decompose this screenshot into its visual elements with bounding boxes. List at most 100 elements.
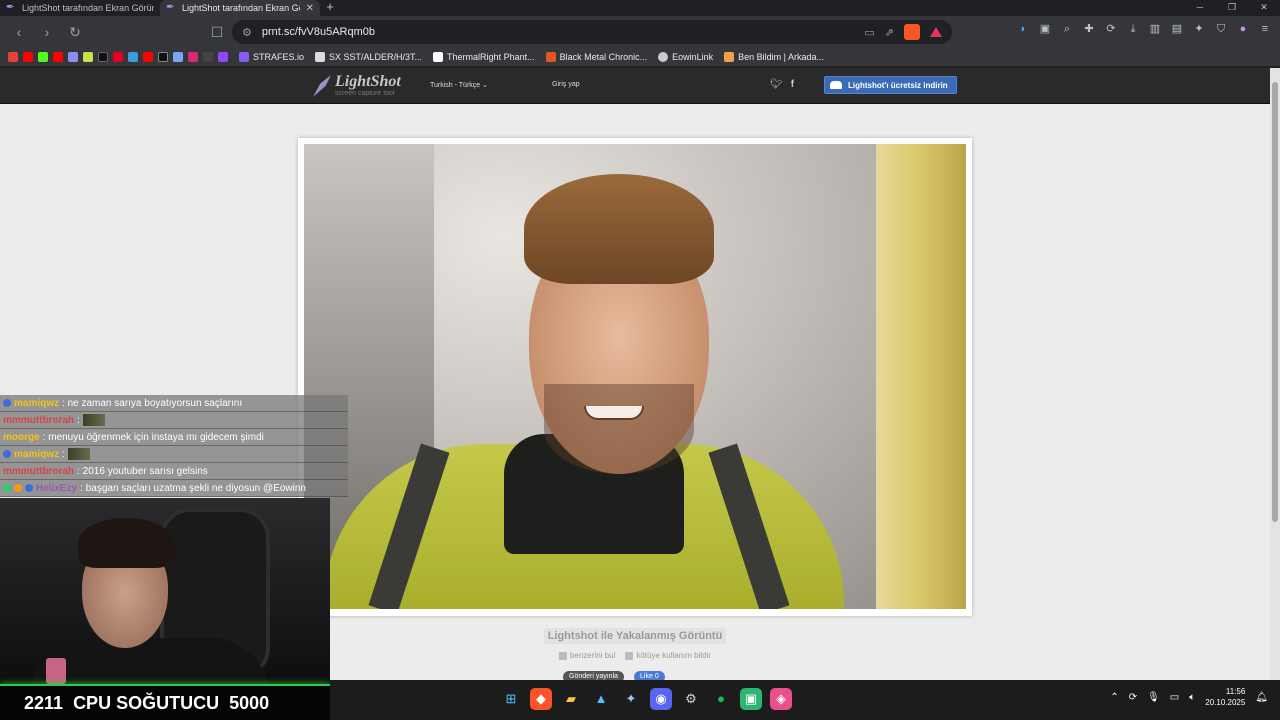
vpn-icon[interactable]: ⛉ [1214,22,1228,36]
chat-text: : ne zaman sarıya boyatıyorsun saçlarını [62,397,243,409]
cloud-download-icon [830,81,842,89]
bookmark-item[interactable]: EowinLink [658,52,713,62]
instagram-icon[interactable] [188,52,198,62]
forward-icon[interactable]: › [36,21,58,43]
minimize-icon[interactable]: ─ [1184,0,1216,14]
webcam-overlay [0,498,330,684]
address-bar[interactable]: ⚙ prnt.sc/fvV8u5ARqm0b ▭ ⇗ [232,20,952,44]
stream-count: 2211 [24,692,64,713]
volume-icon[interactable]: 🔈︎ [1189,692,1195,703]
steam-icon[interactable]: ⚙ [680,688,702,710]
feather-logo-icon [313,75,331,97]
browser-tab-1[interactable]: ✒ LightShot tarafından Ekran Görüntü [0,0,160,16]
report-link[interactable]: kötüye kullanım bildir [625,651,711,660]
chat-text: : [77,414,80,426]
back-icon[interactable]: ‹ [8,21,30,43]
login-link[interactable]: Giriş yap [552,81,580,88]
menu-icon[interactable]: ≡ [1258,22,1272,36]
bookmark-favicon-icon[interactable] [203,52,213,62]
bookmark-favicon-icon[interactable] [83,52,93,62]
chat-username: mmmuttbrorah [3,465,75,477]
bookmark-favicon-icon[interactable] [68,52,78,62]
leo-icon[interactable]: ✦ [1192,22,1206,36]
youtube-icon[interactable] [23,52,33,62]
discord-icon[interactable]: ◉ [650,688,672,710]
share-icon[interactable]: ⇗ [885,26,894,39]
lightshot-logo[interactable]: LightShot screen capture tool [313,74,401,98]
sync-icon[interactable]: ⟳ [1129,692,1137,703]
network-icon[interactable]: ▭ [1170,692,1179,703]
brave-browser-icon[interactable]: ◆ [530,688,552,710]
download-icon[interactable]: ⤓ [1126,22,1140,36]
restore-icon[interactable]: ❐ [1216,0,1248,14]
photos-icon[interactable]: ▲ [590,688,612,710]
browser-tab-2[interactable]: ✒ LightShot tarafından Ekran Görün ✕ [160,0,320,16]
x-share-button[interactable]: Gönderi yayınla [563,671,625,680]
notification-icon[interactable]: 🔔︎ [1255,692,1268,703]
chat-emote [82,414,105,426]
chat-text: : 2016 youtuber sarısı gelsins [77,465,208,477]
cast-icon[interactable]: ▭ [864,26,874,39]
sync-icon[interactable]: ⟳ [1104,22,1118,36]
sidebar-icon[interactable]: ▥ [1148,22,1162,36]
windows-start-icon[interactable]: ⊞ [500,688,522,710]
find-similar-link[interactable]: benzerini bul [558,651,615,660]
close-window-icon[interactable]: ✕ [1248,0,1280,14]
gmail-icon[interactable] [8,52,18,62]
youtube-icon[interactable] [143,52,153,62]
new-tab-button[interactable]: + [320,0,340,16]
extensions-icon[interactable]: ✚ [1082,22,1096,36]
spotify-icon[interactable]: ● [710,688,732,710]
x-icon[interactable] [158,52,168,62]
clock[interactable]: 11:56 20.10.2025 [1205,686,1245,708]
scrollbar-thumb[interactable] [1272,82,1278,522]
window-controls: ─ ❐ ✕ [1184,0,1280,14]
tab-search-icon[interactable]: ⌕ [1060,22,1074,36]
app-icon[interactable]: ✦ [620,688,642,710]
chat-username: HelixEzy [36,482,78,494]
profile-icon[interactable]: ● [1236,22,1250,36]
chevron-up-icon[interactable]: ⌃ [1110,692,1118,703]
pinterest-icon[interactable] [113,52,123,62]
bookmark-item[interactable]: STRAFES.io [239,52,304,62]
bookmark-icon[interactable]: ☐ [206,21,228,43]
close-tab-icon[interactable]: ✕ [306,3,314,14]
wallet-icon[interactable]: ▤ [1170,22,1184,36]
kick-icon[interactable] [38,52,48,62]
tab-title: LightShot tarafından Ekran Görün [182,3,300,13]
bookmark-favicon-icon[interactable] [128,52,138,62]
audio-icon[interactable]: ◗ [1016,22,1030,36]
site-info-icon[interactable]: ⚙ [242,26,252,39]
app-icon[interactable]: ◈ [770,688,792,710]
twitch-icon[interactable] [218,52,228,62]
brave-rewards-icon[interactable] [930,27,942,37]
screenshot-image[interactable] [304,144,966,609]
microphone-icon[interactable]: 🎙︎ [1147,692,1160,703]
download-label: Lightshot'ı ücretsiz indirin [848,80,948,90]
app-icon[interactable]: ▣ [740,688,762,710]
bookmark-item[interactable]: Black Metal Chronic... [545,52,647,62]
bookmark-item[interactable]: SX SST/ALDER/H/3T... [315,52,422,62]
download-button[interactable]: Lightshot'ı ücretsiz indirin [824,76,957,94]
bookmark-item[interactable]: ThermalRight Phant... [433,52,535,62]
tiktok-icon[interactable] [98,52,108,62]
page-scrollbar[interactable] [1270,68,1280,680]
logo-title: LightShot [335,73,401,90]
facebook-like-button[interactable]: Like 0 [634,671,665,680]
blogger-icon [545,52,556,62]
reload-icon[interactable]: ↻ [64,21,86,43]
file-explorer-icon[interactable]: ▰ [560,688,582,710]
pip-icon[interactable]: ▣ [1038,22,1052,36]
language-label: Turkish - Türkçe [430,82,481,89]
facebook-icon[interactable]: f [791,79,794,90]
youtube-icon[interactable] [53,52,63,62]
chevron-down-icon: ⌄ [482,82,489,89]
twitter-icon[interactable]: 🐦︎ [770,79,783,90]
lightshot-feather-icon: ✒ [6,2,15,13]
strafes-icon [239,52,249,62]
bookmark-favicon-icon[interactable] [173,52,183,62]
brave-shields-icon[interactable] [904,24,920,40]
bookmark-item[interactable]: Ben Bildim | Arkada... [724,52,824,62]
language-select[interactable]: Turkish - Türkçe ⌄ [430,81,488,89]
chat-message: HelixEzy : başgan saçları uzatma şekli n… [0,480,348,497]
